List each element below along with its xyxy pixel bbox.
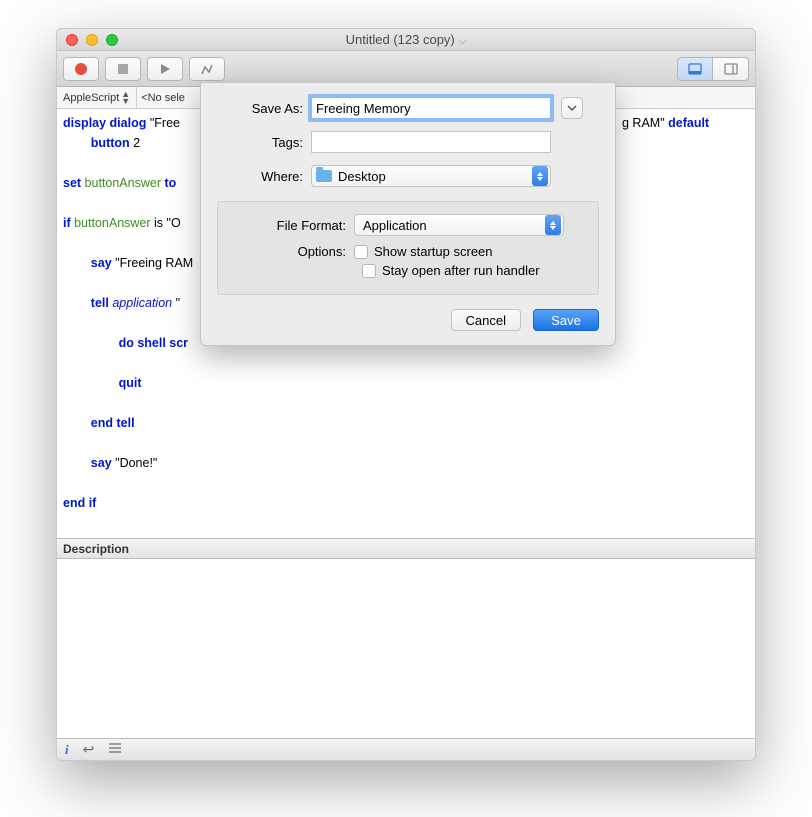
folder-icon — [316, 170, 332, 182]
show-startup-checkbox[interactable] — [354, 245, 368, 259]
updown-arrows-icon: ▲▼ — [121, 91, 130, 105]
view-mode-standard[interactable] — [677, 57, 713, 81]
options-label: Options: — [230, 244, 346, 259]
tags-input[interactable] — [311, 131, 551, 153]
titlebar[interactable]: Untitled (123 copy) ⌵ — [57, 29, 755, 51]
file-format-value: Application — [363, 218, 427, 233]
stay-open-label: Stay open after run handler — [382, 263, 540, 278]
save-dialog: Save As: Tags: Where: Desktop File Forma… — [200, 82, 616, 346]
window-title[interactable]: Untitled (123 copy) ⌵ — [57, 32, 755, 47]
panel-split-icon — [724, 63, 738, 75]
where-select[interactable]: Desktop — [311, 165, 551, 187]
file-format-select[interactable]: Application — [354, 214, 564, 236]
save-as-label: Save As: — [217, 101, 303, 116]
save-as-input[interactable] — [311, 97, 551, 119]
stop-button[interactable] — [105, 57, 141, 81]
window-title-text: Untitled (123 copy) — [346, 32, 455, 47]
language-label: AppleScript — [63, 92, 119, 104]
compile-button[interactable] — [189, 57, 225, 81]
show-startup-label: Show startup screen — [374, 244, 493, 259]
record-button[interactable] — [63, 57, 99, 81]
file-format-label: File Format: — [230, 218, 346, 233]
view-mode-split[interactable] — [713, 57, 749, 81]
expand-dialog-button[interactable] — [561, 97, 583, 119]
updown-arrows-icon — [545, 215, 561, 235]
chevron-down-icon — [567, 104, 577, 112]
language-selector[interactable]: AppleScript ▲▼ — [63, 87, 137, 108]
stay-open-checkbox[interactable] — [362, 264, 376, 278]
info-icon[interactable]: i — [65, 742, 69, 758]
selection-indicator[interactable]: <No sele — [141, 92, 185, 104]
where-value: Desktop — [338, 169, 386, 184]
description-body[interactable] — [57, 559, 755, 738]
run-button[interactable] — [147, 57, 183, 81]
tags-label: Tags: — [217, 135, 303, 150]
return-icon[interactable]: ↩ — [83, 741, 95, 758]
status-bar: i ↩ — [57, 738, 755, 760]
cancel-button[interactable]: Cancel — [451, 309, 521, 331]
save-button[interactable]: Save — [533, 309, 599, 331]
panel-icon — [688, 63, 702, 75]
updown-arrows-icon — [532, 166, 548, 186]
options-box: File Format: Application Options: Show s… — [217, 201, 599, 295]
list-icon[interactable] — [108, 742, 122, 757]
chevron-down-icon: ⌵ — [459, 36, 467, 47]
description-label: Description — [63, 542, 129, 556]
description-header: Description — [57, 539, 755, 559]
where-label: Where: — [217, 169, 303, 184]
